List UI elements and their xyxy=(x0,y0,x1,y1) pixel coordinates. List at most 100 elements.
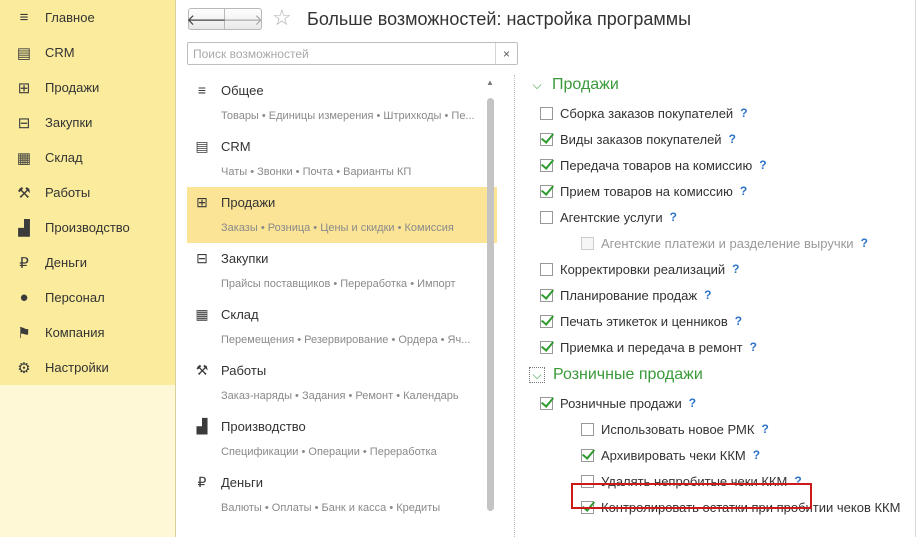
sidebar-item[interactable]: ● Персонал xyxy=(0,280,175,315)
setting-label[interactable]: Прием товаров на комиссию xyxy=(560,184,733,199)
factory-icon: ▟ xyxy=(196,417,208,434)
setting-option: Прием товаров на комиссию? xyxy=(526,178,916,204)
section-sales[interactable]: ⌵ Продажи xyxy=(526,70,916,100)
panel-divider xyxy=(514,75,515,537)
setting-option: Агентские услуги? xyxy=(526,204,916,230)
section-title: Розничные продажи xyxy=(553,366,703,383)
help-icon[interactable]: ? xyxy=(735,314,742,328)
help-icon[interactable]: ? xyxy=(704,288,711,302)
ruble-coin-icon: ₽ xyxy=(19,254,29,272)
person-icon: ● xyxy=(19,289,29,306)
feature-subtitle: Перемещения • Резервирование • Ордера • … xyxy=(221,334,471,346)
settings-panel: ⌵ Продажи Сборка заказов покупателей? Вид… xyxy=(526,70,916,520)
clear-search-button[interactable]: × xyxy=(495,43,517,64)
help-icon[interactable]: ? xyxy=(753,448,760,462)
setting-checkbox[interactable] xyxy=(540,184,553,198)
feature-item[interactable]: ▟ Производство Спецификации • Операции • П… xyxy=(187,411,497,467)
sidebar-item-label: Настройки xyxy=(45,360,109,375)
feature-subtitle: Спецификации • Операции • Переработка xyxy=(221,446,437,458)
setting-checkbox[interactable] xyxy=(540,132,553,146)
feature-name: CRM xyxy=(221,138,251,154)
help-icon[interactable]: ? xyxy=(732,262,739,276)
basket-icon: ⊞ xyxy=(196,193,208,210)
setting-checkbox[interactable] xyxy=(540,262,553,276)
highlight-frame xyxy=(571,483,812,509)
help-icon[interactable]: ? xyxy=(670,210,677,224)
setting-option: Архивировать чеки ККМ? xyxy=(526,442,916,468)
setting-checkbox[interactable] xyxy=(540,106,553,120)
sidebar-item-label: Склад xyxy=(45,150,83,165)
feature-name: Производство xyxy=(221,418,306,434)
sidebar-item-label: Главное xyxy=(45,10,95,25)
help-icon[interactable]: ? xyxy=(740,184,747,198)
forward-button[interactable]: 🡒 xyxy=(223,8,263,30)
history-nav: 🡐 🡒 xyxy=(186,8,263,30)
help-icon[interactable]: ? xyxy=(861,236,868,250)
sidebar-item[interactable]: ₽ Деньги xyxy=(0,245,175,280)
setting-checkbox[interactable] xyxy=(540,158,553,172)
setting-label[interactable]: Печать этикеток и ценников xyxy=(560,314,728,329)
sidebar-item[interactable]: ⚙ Настройки xyxy=(0,350,175,385)
feature-item[interactable]: ₽ Деньги Валюты • Оплаты • Банк и касса • … xyxy=(187,467,497,523)
setting-checkbox[interactable] xyxy=(540,314,553,328)
setting-label[interactable]: Агентские услуги xyxy=(560,210,663,225)
sidebar-item[interactable]: ▟ Производство xyxy=(0,210,175,245)
feature-item[interactable]: ⚒ Работы Заказ-наряды • Задания • Ремонт •… xyxy=(187,355,497,411)
help-icon[interactable]: ? xyxy=(729,132,736,146)
setting-label[interactable]: Сборка заказов покупателей xyxy=(560,106,733,121)
help-icon[interactable]: ? xyxy=(750,340,757,354)
setting-checkbox[interactable] xyxy=(540,288,553,302)
favorite-star-icon[interactable]: ☆ xyxy=(272,5,292,31)
help-icon[interactable]: ? xyxy=(761,422,768,436)
scroll-thumb[interactable] xyxy=(487,98,494,511)
feature-list-scrollbar[interactable]: ▲ xyxy=(485,78,495,537)
scroll-up-icon[interactable]: ▲ xyxy=(485,78,495,88)
setting-checkbox[interactable] xyxy=(581,236,594,250)
setting-checkbox[interactable] xyxy=(540,210,553,224)
setting-label[interactable]: Розничные продажи xyxy=(560,396,682,411)
setting-option: Передача товаров на комиссию? xyxy=(526,152,916,178)
contact-card-icon: ▤ xyxy=(195,137,209,154)
feature-item[interactable]: ⊟ Закупки Прайсы поставщиков • Переработка… xyxy=(187,243,497,299)
flag-icon: ⚑ xyxy=(17,324,31,342)
setting-checkbox[interactable] xyxy=(581,422,594,436)
setting-label[interactable]: Архивировать чеки ККМ xyxy=(601,448,746,463)
setting-label[interactable]: Приемка и передача в ремонт xyxy=(560,340,743,355)
setting-checkbox[interactable] xyxy=(540,396,553,410)
sidebar-item[interactable]: ⚑ Компания xyxy=(0,315,175,350)
warehouse-grid-icon: ▦ xyxy=(16,149,32,167)
sidebar-item[interactable]: ⊟ Закупки xyxy=(0,105,175,140)
sidebar-item-label: Персонал xyxy=(45,290,105,305)
back-button[interactable]: 🡐 xyxy=(186,8,227,30)
setting-label[interactable]: Передача товаров на комиссию xyxy=(560,158,752,173)
feature-item[interactable]: ▦ Склад Перемещения • Резервирование • Орд… xyxy=(187,299,497,355)
help-icon[interactable]: ? xyxy=(759,158,766,172)
feature-name: Работы xyxy=(221,362,267,378)
setting-checkbox[interactable] xyxy=(581,448,594,462)
sidebar-item[interactable]: ⊞ Продажи xyxy=(0,70,175,105)
sidebar-item[interactable]: ▤ CRM xyxy=(0,35,175,70)
setting-label[interactable]: Агентские платежи и разделение выручки xyxy=(601,236,854,251)
sidebar-item[interactable]: ⚒ Работы xyxy=(0,175,175,210)
feature-item[interactable]: ≡ Общее Товары • Единицы измерения • Штрих… xyxy=(187,75,497,131)
search-input[interactable] xyxy=(188,43,495,64)
section-retail[interactable]: ⌵ Розничные продажи xyxy=(526,360,916,390)
feature-item[interactable]: ⊞ Продажи Заказы • Розница • Цены и скидки… xyxy=(187,187,497,243)
feature-subtitle: Заказ-наряды • Задания • Ремонт • Календ… xyxy=(221,390,459,402)
feature-subtitle: Заказы • Розница • Цены и скидки • Комис… xyxy=(221,222,454,234)
sidebar-item[interactable]: ▦ Склад xyxy=(0,140,175,175)
setting-label[interactable]: Корректировки реализаций xyxy=(560,262,725,277)
feature-name: Общее xyxy=(221,82,264,98)
setting-label[interactable]: Использовать новое РМК xyxy=(601,422,754,437)
feature-item[interactable]: ▤ CRM Чаты • Звонки • Почта • Варианты КП xyxy=(187,131,497,187)
sidebar-item[interactable]: ≡ Главное xyxy=(0,0,175,35)
sidebar-empty-area xyxy=(0,385,175,537)
basket-icon: ⊞ xyxy=(17,79,31,97)
setting-label[interactable]: Планирование продаж xyxy=(560,288,697,303)
setting-option: Корректировки реализаций? xyxy=(526,256,916,282)
help-icon[interactable]: ? xyxy=(689,396,696,410)
sidebar-item-label: Компания xyxy=(45,325,105,340)
help-icon[interactable]: ? xyxy=(740,106,747,120)
setting-checkbox[interactable] xyxy=(540,340,553,354)
setting-label[interactable]: Виды заказов покупателей xyxy=(560,132,722,147)
